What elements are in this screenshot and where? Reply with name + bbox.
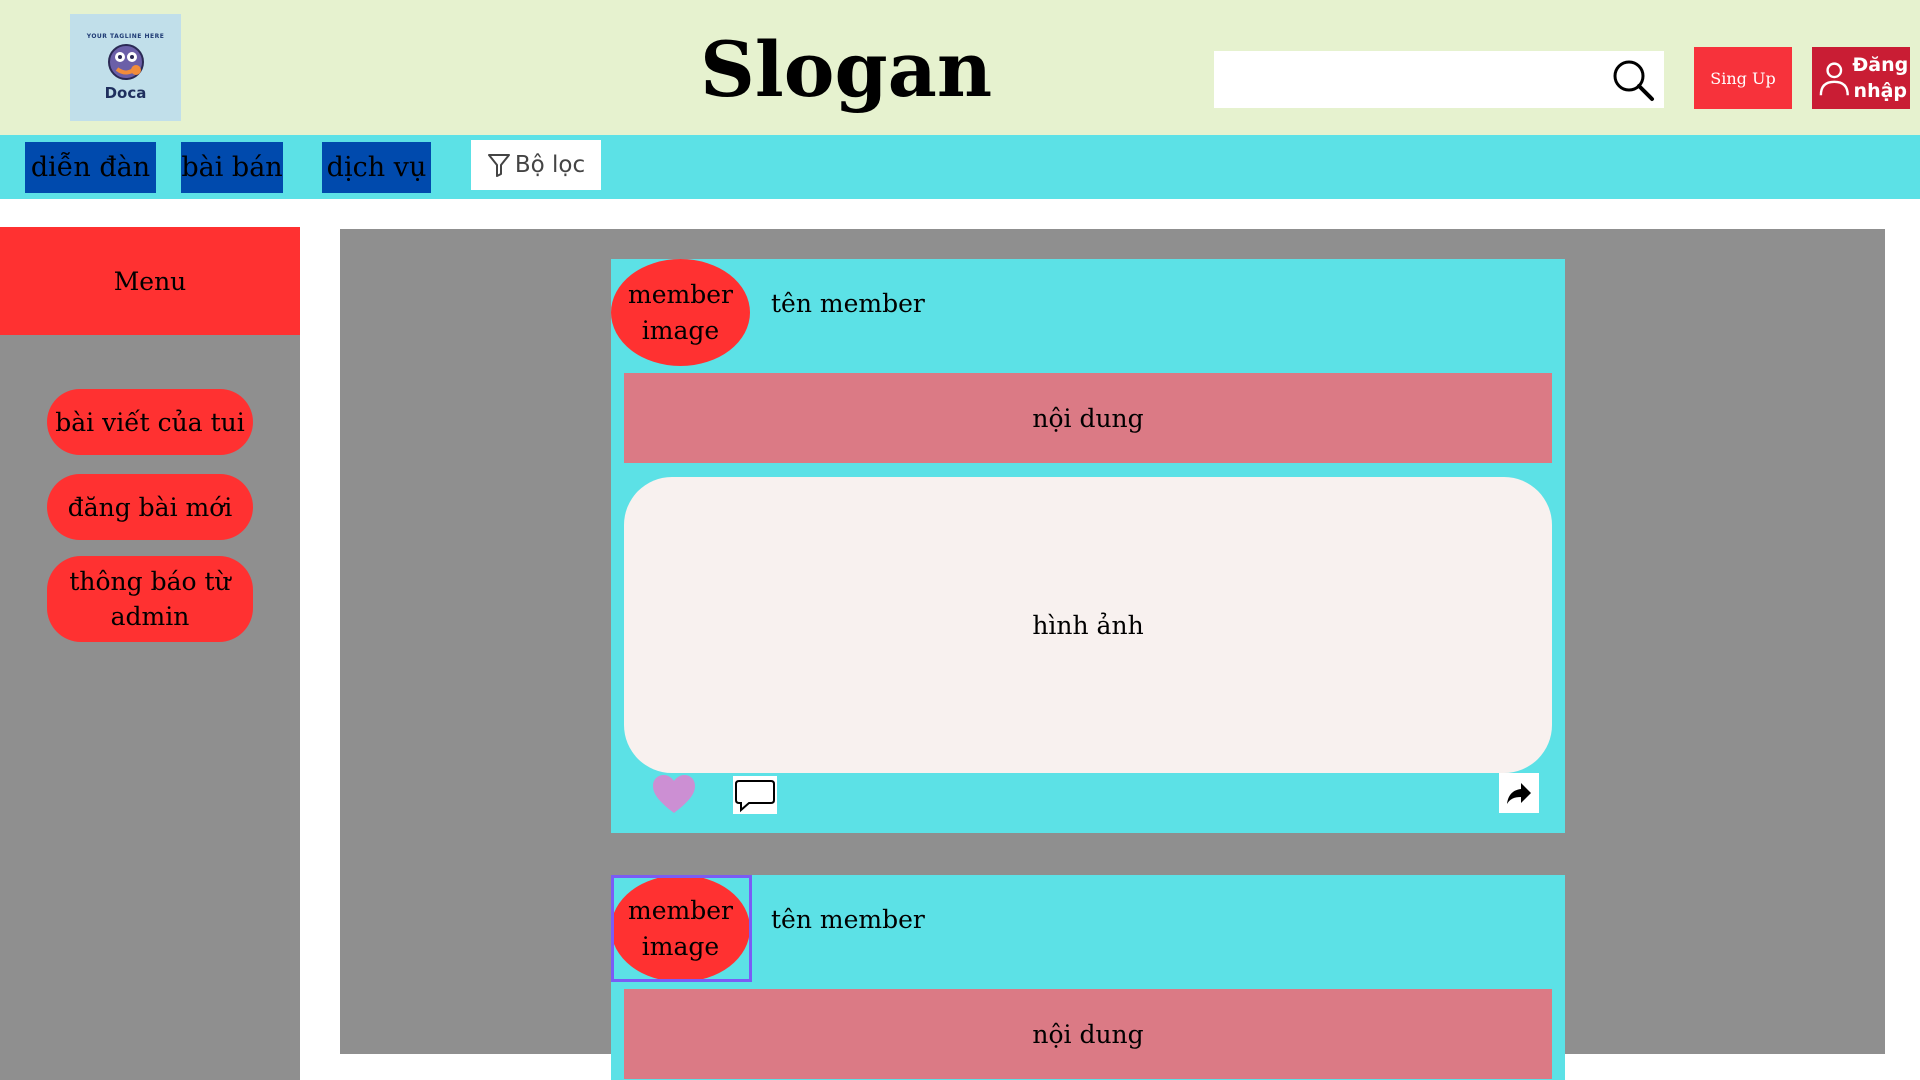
member-avatar[interactable]: member image bbox=[611, 259, 750, 366]
member-name[interactable]: tên member bbox=[771, 905, 925, 934]
post-card: member image tên member nội dung hình ản… bbox=[611, 259, 1565, 833]
member-name[interactable]: tên member bbox=[771, 289, 925, 318]
sidebar-item-my-posts[interactable]: bài viết của tui bbox=[47, 389, 253, 455]
logo-tagline: YOUR TAGLINE HERE bbox=[86, 33, 165, 40]
logo-mascot-icon bbox=[107, 44, 144, 80]
search-icon[interactable] bbox=[1610, 57, 1656, 103]
slogan: Slogan bbox=[700, 25, 993, 114]
avatar-selection-outline bbox=[611, 875, 752, 982]
login-button[interactable]: Đăng nhập bbox=[1812, 47, 1910, 109]
logo[interactable]: YOUR TAGLINE HERE Doca bbox=[70, 14, 181, 121]
nav-dien-dan[interactable]: diễn đàn bbox=[25, 142, 156, 193]
user-icon bbox=[1819, 62, 1849, 96]
post-content: nội dung bbox=[624, 989, 1552, 1079]
nav-dich-vu[interactable]: dịch vụ bbox=[322, 142, 431, 193]
sidebar-item-admin-notices[interactable]: thông báo từ admin bbox=[47, 556, 253, 642]
login-label: Đăng nhập bbox=[1852, 54, 1909, 102]
post-content: nội dung bbox=[624, 373, 1552, 463]
filter-label: Bộ lọc bbox=[514, 152, 586, 178]
sidebar-title: Menu bbox=[0, 227, 300, 335]
comment-icon[interactable] bbox=[733, 776, 777, 814]
filter-button[interactable]: Bộ lọc bbox=[471, 140, 601, 190]
logo-name: Doca bbox=[104, 84, 147, 102]
share-icon[interactable] bbox=[1499, 773, 1539, 813]
signup-button[interactable]: Sing Up bbox=[1694, 47, 1792, 109]
nav-bai-ban[interactable]: bài bán bbox=[181, 142, 283, 193]
heart-icon[interactable] bbox=[651, 773, 697, 815]
header: YOUR TAGLINE HERE Doca Slogan Sing Up Đă… bbox=[0, 0, 1920, 135]
sidebar-item-new-post[interactable]: đăng bài mới bbox=[47, 474, 253, 540]
post-card: member image tên member nội dung bbox=[611, 875, 1565, 1080]
search-input[interactable] bbox=[1214, 51, 1604, 108]
filter-icon bbox=[487, 154, 510, 177]
search-box[interactable] bbox=[1214, 51, 1664, 108]
post-image[interactable]: hình ảnh bbox=[624, 477, 1552, 773]
sidebar: Menu bài viết của tui đăng bài mới thông… bbox=[0, 227, 300, 1080]
navbar: diễn đàn bài bán dịch vụ Bộ lọc bbox=[0, 135, 1920, 199]
